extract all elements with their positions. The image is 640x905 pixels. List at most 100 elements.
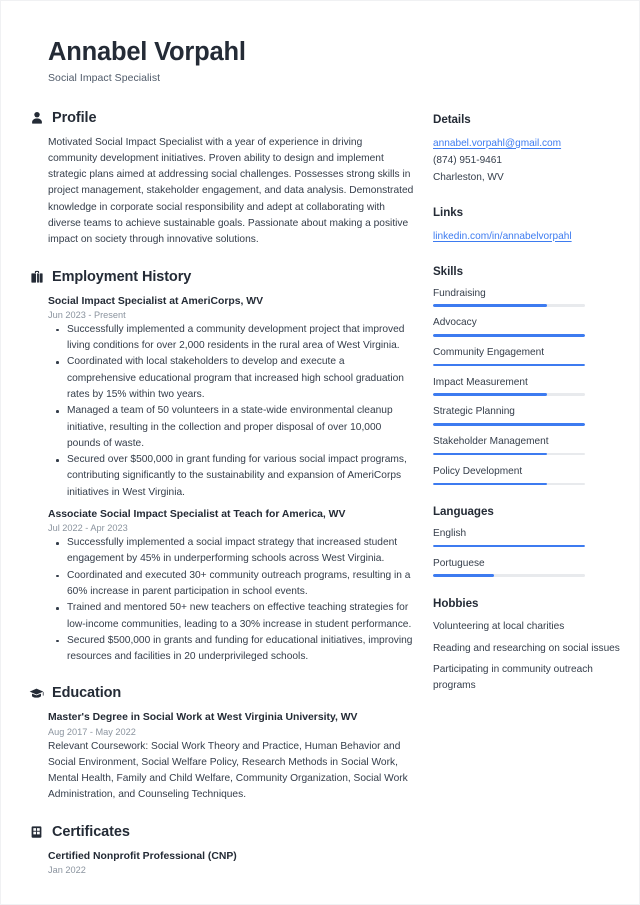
section-body-employment: Social Impact Specialist at AmeriCorps, … <box>29 294 414 666</box>
sidebar-links: Links linkedin.com/in/annabelvorpahl <box>433 206 625 245</box>
sidebar-title-skills: Skills <box>433 264 463 278</box>
language-label: Portuguese <box>433 557 485 569</box>
language-label: English <box>433 528 467 540</box>
briefcase-icon <box>29 269 44 284</box>
section-title-certificates: Certificates <box>52 823 130 840</box>
language-item: Portuguese <box>433 557 625 578</box>
certificate-title: Certified Nonprofit Professional (CNP) <box>48 850 237 862</box>
sidebar-title-languages: Languages <box>433 505 494 519</box>
section-header-education: Education <box>29 685 414 701</box>
job-bullet: Secured $500,000 in grants and funding f… <box>48 633 414 666</box>
job-bullet: Trained and mentored 50+ new teachers on… <box>48 600 414 633</box>
job-title: Associate Social Impact Specialist at Te… <box>48 509 346 521</box>
skill-item: Community Engagement <box>433 346 625 367</box>
resume-columns: Profile Motivated Social Impact Speciali… <box>1 110 639 895</box>
skill-item: Policy Development <box>433 465 625 486</box>
skill-label: Strategic Planning <box>433 406 515 418</box>
skill-bar-track <box>433 452 585 456</box>
phone-text: (874) 951-9461 <box>433 154 503 166</box>
skill-bar-fill <box>433 363 585 367</box>
skill-bar-track <box>433 333 585 337</box>
degree-title: Master's Degree in Social Work at West V… <box>48 712 358 724</box>
language-bar-fill <box>433 574 494 578</box>
skill-label: Stakeholder Management <box>433 436 549 448</box>
sidebar-title-links: Links <box>433 205 464 219</box>
skill-label: Community Engagement <box>433 347 545 359</box>
skill-bar-track <box>433 363 585 367</box>
section-body-profile: Motivated Social Impact Specialist with … <box>29 135 414 249</box>
linkedin-link[interactable]: linkedin.com/in/annabelvorpahl <box>433 228 625 245</box>
sidebar-skills: Skills Fundraising Advocacy Community En… <box>433 265 625 486</box>
job-bullet: Secured over $500,000 in grant funding f… <box>48 452 414 501</box>
resume-page: Annabel Vorpahl Social Impact Specialist… <box>0 0 640 905</box>
section-title-profile: Profile <box>52 109 97 126</box>
candidate-name: Annabel Vorpahl <box>48 38 246 66</box>
skill-item: Fundraising <box>433 287 625 307</box>
skill-label: Impact Measurement <box>433 376 528 388</box>
email-link[interactable]: annabel.vorpahl@gmail.com <box>433 135 625 152</box>
skill-label: Fundraising <box>433 287 486 299</box>
language-bar-fill <box>433 544 585 548</box>
sidebar-column: Details annabel.vorpahl@gmail.com (874) … <box>433 110 625 713</box>
person-icon <box>29 110 44 125</box>
clipboard-icon <box>29 824 44 839</box>
skill-bar-track <box>433 393 585 396</box>
hobby-item: Reading and researching on social issues <box>433 642 620 654</box>
skill-bar-fill <box>433 482 547 486</box>
certificate-date: Jan 2022 <box>48 864 86 875</box>
job-bullet-list: Successfully implemented a social impact… <box>48 535 414 665</box>
resume-header: Annabel Vorpahl Social Impact Specialist <box>1 1 639 84</box>
section-profile: Profile Motivated Social Impact Speciali… <box>29 110 414 249</box>
job-bullet-list: Successfully implemented a community dev… <box>48 322 414 501</box>
section-header-certificates: Certificates <box>29 824 414 840</box>
section-header-profile: Profile <box>29 110 414 126</box>
job-bullet: Managed a team of 50 volunteers in a sta… <box>48 403 414 452</box>
education-entry: Master's Degree in Social Work at West V… <box>48 710 414 803</box>
main-column: Profile Motivated Social Impact Speciali… <box>29 110 414 895</box>
skill-bar-track <box>433 482 585 486</box>
language-bar-track <box>433 574 585 578</box>
profile-text: Motivated Social Impact Specialist with … <box>48 136 414 246</box>
degree-date: Aug 2017 - May 2022 <box>48 726 136 737</box>
section-employment: Employment History Social Impact Special… <box>29 269 414 666</box>
employment-entry: Social Impact Specialist at AmeriCorps, … <box>48 294 414 501</box>
location-text: Charleston, WV <box>433 171 504 183</box>
skill-bar-fill <box>433 452 547 456</box>
sidebar-hobbies: Hobbies Volunteering at local charities … <box>433 597 625 693</box>
skill-bar-track <box>433 423 585 426</box>
sidebar-details: Details annabel.vorpahl@gmail.com (874) … <box>433 113 625 186</box>
skill-label: Policy Development <box>433 465 523 477</box>
job-bullet: Coordinated and executed 30+ community o… <box>48 568 414 601</box>
job-date: Jun 2023 - Present <box>48 309 126 320</box>
skill-bar-track <box>433 304 585 307</box>
skill-item: Strategic Planning <box>433 405 625 426</box>
hobby-item: Participating in community outreach prog… <box>433 664 593 691</box>
job-title: Social Impact Specialist at AmeriCorps, … <box>48 295 263 307</box>
language-item: English <box>433 527 625 548</box>
section-header-employment: Employment History <box>29 269 414 285</box>
language-bar-track <box>433 544 585 548</box>
job-bullet: Coordinated with local stakeholders to d… <box>48 354 414 403</box>
job-bullet: Successfully implemented a community dev… <box>48 322 414 355</box>
employment-entry: Associate Social Impact Specialist at Te… <box>48 507 414 665</box>
skill-item: Impact Measurement <box>433 376 625 396</box>
graduation-cap-icon <box>29 686 44 701</box>
skill-label: Advocacy <box>433 317 477 329</box>
degree-description: Relevant Coursework: Social Work Theory … <box>48 740 408 801</box>
section-education: Education Master's Degree in Social Work… <box>29 685 414 803</box>
job-date: Jul 2022 - Apr 2023 <box>48 523 128 534</box>
section-title-employment: Employment History <box>52 268 192 285</box>
hobby-item: Volunteering at local charities <box>433 621 565 633</box>
sidebar-languages: Languages English Portuguese <box>433 505 625 578</box>
section-body-certificates: Certified Nonprofit Professional (CNP) J… <box>29 849 414 875</box>
job-bullet: Successfully implemented a social impact… <box>48 535 414 568</box>
skill-item: Advocacy <box>433 316 625 337</box>
skill-bar-fill <box>433 304 547 307</box>
section-certificates: Certificates Certified Nonprofit Profess… <box>29 824 414 875</box>
section-body-education: Master's Degree in Social Work at West V… <box>29 710 414 803</box>
skill-bar-fill <box>433 423 585 426</box>
certificate-entry: Certified Nonprofit Professional (CNP) J… <box>48 849 414 875</box>
section-title-education: Education <box>52 685 122 702</box>
skill-bar-fill <box>433 333 585 337</box>
candidate-job-title: Social Impact Specialist <box>48 71 161 84</box>
